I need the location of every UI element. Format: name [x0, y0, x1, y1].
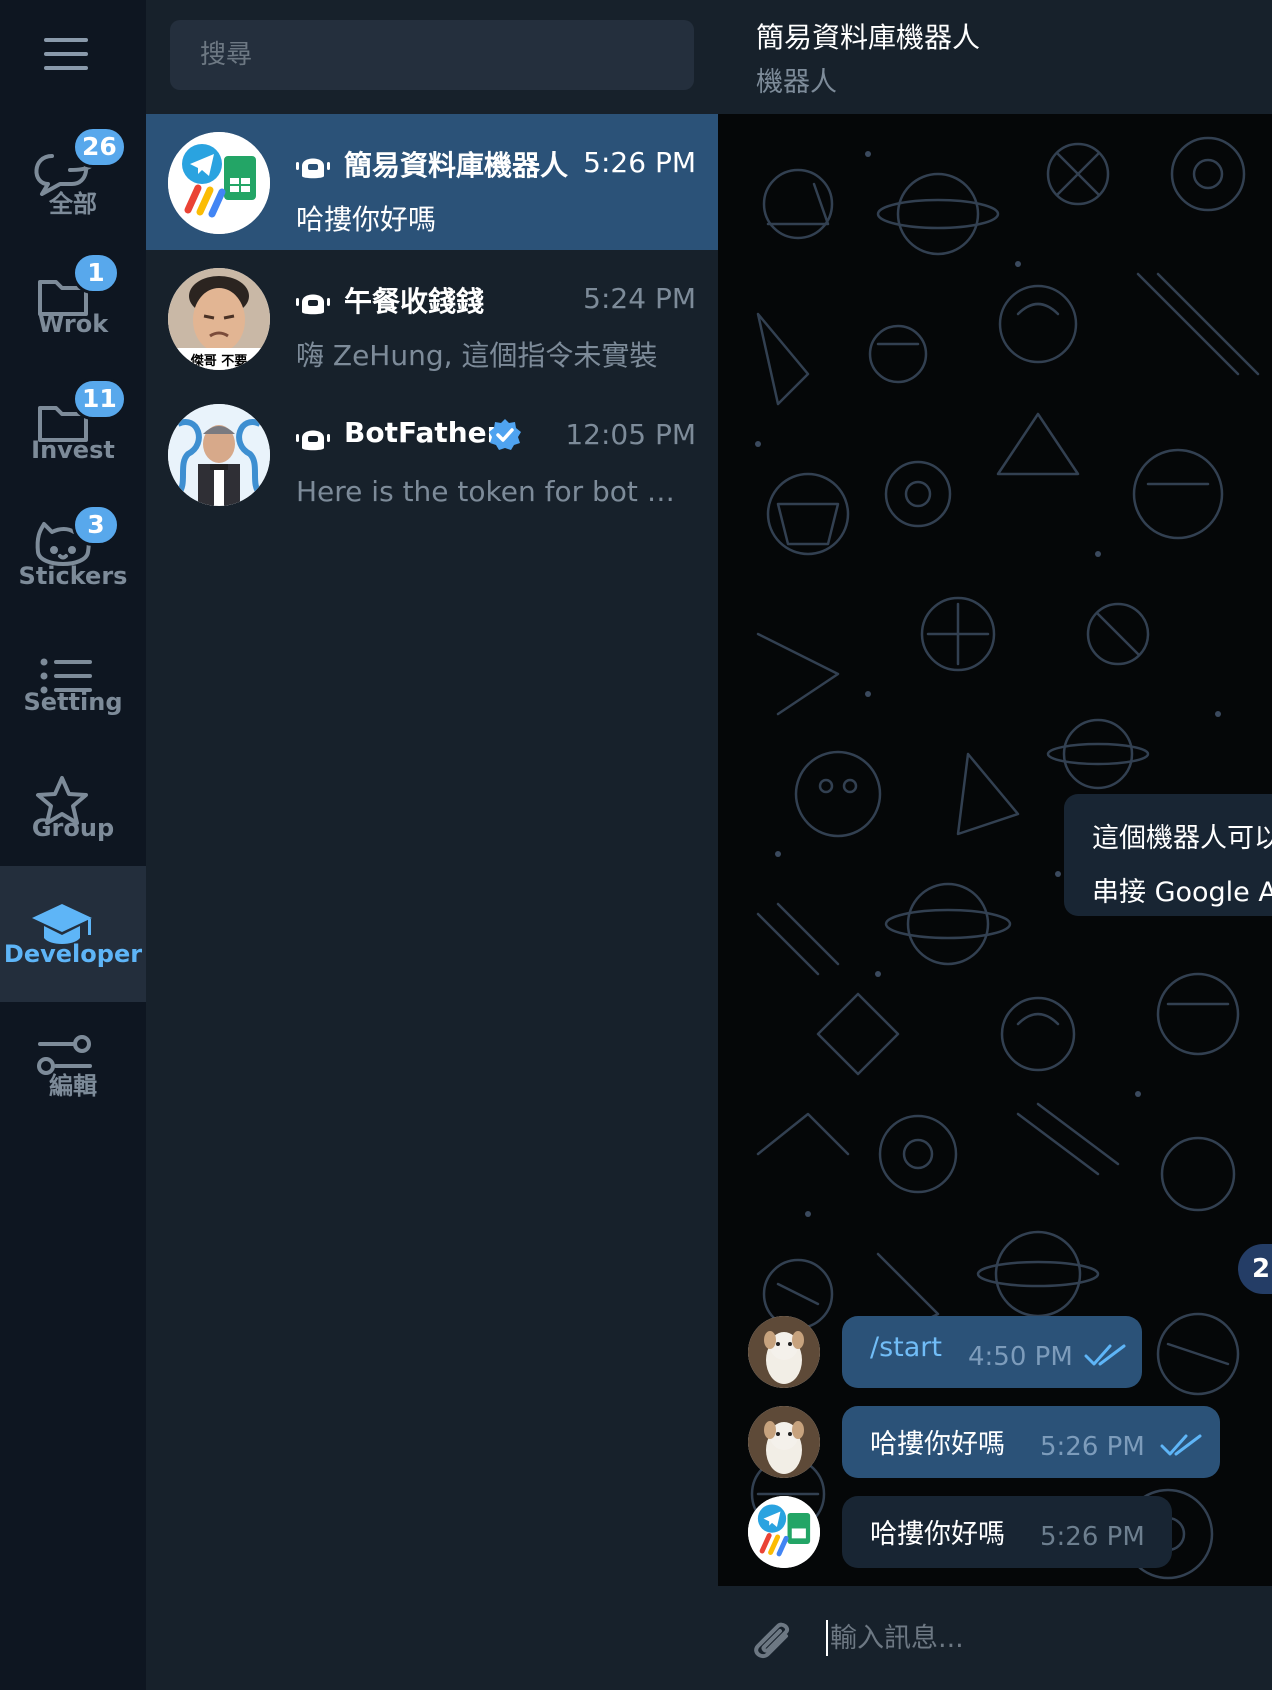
folder-badge: 1 — [72, 252, 120, 294]
folder-label: Group — [31, 814, 115, 842]
folder-wrok[interactable]: 1 Wrok — [0, 236, 146, 372]
search-input[interactable] — [170, 20, 694, 90]
read-ticks-icon — [1160, 1434, 1202, 1456]
folder-all[interactable]: 26 全部 — [0, 110, 146, 246]
folder-label: Wrok — [37, 310, 109, 338]
sender-avatar — [748, 1406, 820, 1478]
chat-row-botfather[interactable]: BotFather 12:05 PM Here is the token for… — [146, 386, 718, 522]
message-time: 5:26 PM — [1040, 1522, 1145, 1552]
avatar-caption: 傑哥 不要 — [190, 353, 248, 369]
message-time: 5:26 PM — [1040, 1432, 1145, 1462]
folder-badge: 11 — [72, 378, 127, 420]
folder-badge: 3 — [72, 504, 120, 546]
folder-setting[interactable]: Setting — [0, 614, 146, 750]
message-bubble[interactable]: /start 4:50 PM — [842, 1316, 1142, 1388]
bot-info-line: 串接 Google A — [1092, 877, 1272, 908]
chat-name: 午餐收錢錢 — [344, 285, 485, 318]
bot-avatar — [168, 132, 270, 234]
message-text[interactable]: /start — [870, 1332, 942, 1363]
folder-label: Setting — [23, 688, 123, 716]
chat-time: 12:05 PM — [565, 418, 696, 451]
paperclip-icon[interactable] — [746, 1612, 798, 1664]
message-bubble[interactable]: 哈摟你好嗎 5:26 PM — [842, 1406, 1220, 1478]
botfather-avatar — [168, 404, 270, 506]
bot-info-line: 這個機器人可以 — [1092, 823, 1272, 854]
hamburger-menu-icon[interactable] — [44, 38, 88, 72]
chat-row-db-bot[interactable]: 簡易資料庫機器人 5:26 PM 哈摟你好嗎 — [146, 114, 718, 250]
bot-icon — [296, 424, 330, 452]
folder-label: Stickers — [18, 562, 128, 590]
chat-preview: Here is the token for bot 簡... — [296, 475, 696, 508]
message-composer — [718, 1586, 1272, 1690]
folder-stickers[interactable]: 3 Stickers — [0, 488, 146, 624]
chat-time: 5:24 PM — [583, 282, 696, 315]
chat-name: 簡易資料庫機器人 — [344, 149, 569, 182]
folder-badge: 26 — [72, 126, 127, 168]
user-avatar: 傑哥 不要 — [168, 268, 270, 370]
chat-subtitle: 機器人 — [756, 67, 837, 98]
message-text: 哈摟你好嗎 — [870, 1519, 1005, 1550]
folder-edit[interactable]: 編輯 — [0, 992, 146, 1128]
bot-avatar — [748, 1496, 820, 1568]
chat-name: BotFather — [344, 416, 501, 449]
chat-background: 這個機器人可以 串接 Google A 2 /start 4:50 PM 哈摟你… — [718, 114, 1272, 1586]
read-ticks-icon — [1084, 1344, 1126, 1366]
text-caret — [826, 1620, 828, 1656]
chat-preview: 哈摟你好嗎 — [296, 203, 437, 236]
message-time: 4:50 PM — [968, 1342, 1073, 1372]
message-bubble[interactable]: 哈摟你好嗎 5:26 PM — [842, 1496, 1172, 1568]
folder-developer[interactable]: Developer — [0, 866, 146, 1002]
folder-label: Developer — [3, 940, 143, 968]
bot-icon — [296, 152, 330, 180]
folder-group[interactable]: Group — [0, 740, 146, 876]
folder-label: 編輯 — [49, 1072, 97, 1100]
chat-header[interactable]: 簡易資料庫機器人 機器人 — [718, 0, 1272, 114]
chat-panel: 簡易資料庫機器人 機器人 這個機器人可以 串接 Google A 2 /star… — [718, 0, 1272, 1690]
chat-title: 簡易資料庫機器人 — [756, 21, 981, 54]
verified-icon — [488, 418, 522, 452]
message-text: 哈摟你好嗎 — [870, 1429, 1005, 1460]
folder-sidebar: 26 全部 1 Wrok 11 Invest 3 Stickers Settin… — [0, 0, 146, 1690]
bot-info-card: 這個機器人可以 串接 Google A — [1064, 794, 1272, 916]
chat-preview: 嗨 ZeHung, 這個指令未實裝 — [296, 339, 658, 372]
folder-invest[interactable]: 11 Invest — [0, 362, 146, 498]
folder-label: 全部 — [49, 190, 97, 218]
sender-avatar — [748, 1316, 820, 1388]
bot-icon — [296, 288, 330, 316]
chat-time: 5:26 PM — [583, 146, 696, 179]
folder-label: Invest — [31, 436, 115, 464]
message-input[interactable] — [830, 1610, 1250, 1666]
chat-row-lunch[interactable]: 傑哥 不要 午餐收錢錢 5:24 PM 嗨 ZeHung, 這個指令未實裝 — [146, 250, 718, 386]
chat-list-panel: 簡易資料庫機器人 5:26 PM 哈摟你好嗎 傑哥 不要 午餐收錢錢 5:24 … — [146, 0, 718, 1690]
